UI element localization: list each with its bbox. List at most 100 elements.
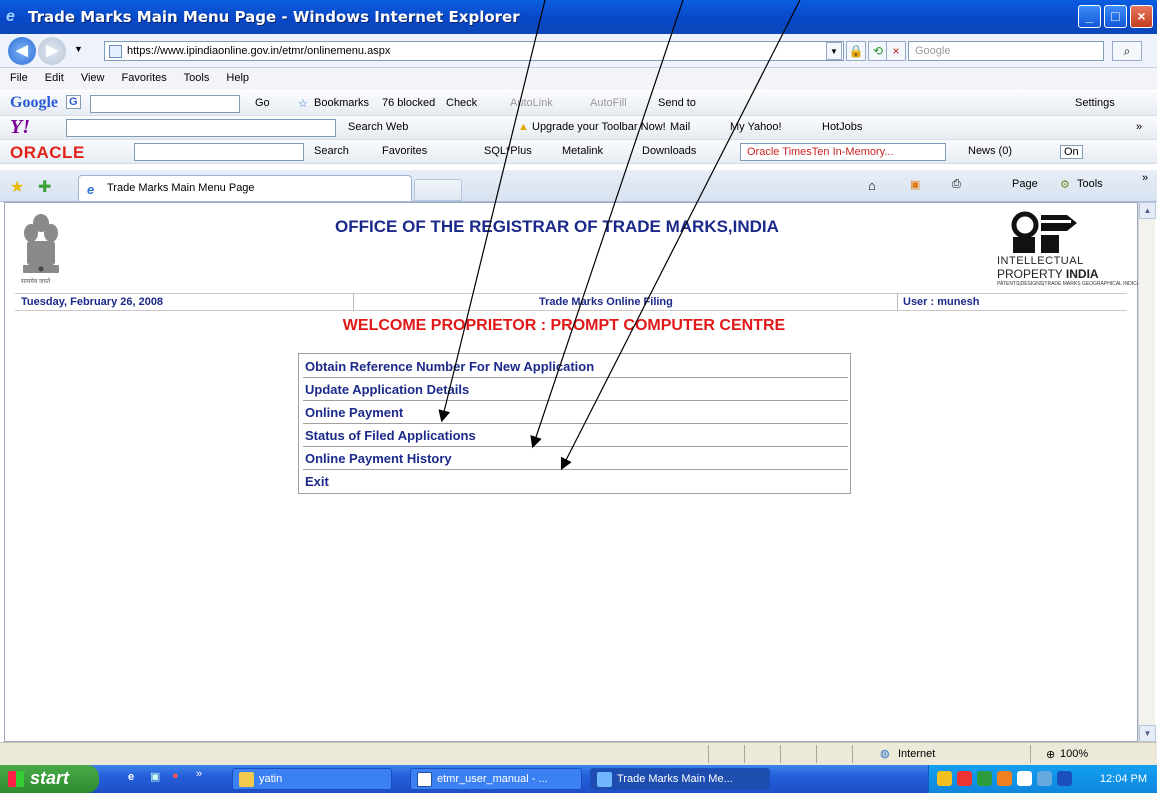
tray-icon[interactable]: [1037, 771, 1052, 786]
favorites-star-icon[interactable]: ★: [10, 177, 24, 197]
toolbar-overflow-icon[interactable]: »: [1136, 121, 1142, 133]
window-titlebar: e Trade Marks Main Menu Page - Windows I…: [0, 0, 1157, 34]
gear-icon: ⚙: [1060, 179, 1070, 191]
date-label: Tuesday, February 26, 2008: [21, 296, 164, 308]
zoom-icon: ⊕: [1046, 749, 1056, 761]
zone-label: Internet: [898, 748, 936, 760]
ie-quicklaunch-icon[interactable]: e: [128, 771, 134, 783]
refresh-icon[interactable]: ⟲: [868, 41, 888, 61]
menu-file[interactable]: File: [10, 72, 28, 84]
home-icon[interactable]: ⌂: [868, 178, 876, 193]
upgrade-toolbar-link[interactable]: Upgrade your Toolbar Now!: [532, 121, 666, 133]
start-button[interactable]: start: [0, 765, 99, 793]
google-go-button[interactable]: Go: [255, 97, 270, 109]
spellcheck-button[interactable]: Check: [446, 97, 477, 109]
yahoo-search-box[interactable]: [66, 119, 336, 137]
print-icon[interactable]: ⎙: [952, 178, 961, 191]
stop-icon[interactable]: ×: [886, 41, 906, 61]
scroll-down-icon[interactable]: ▼: [1139, 725, 1156, 742]
send-to-button[interactable]: Send to: [658, 97, 696, 109]
oracle-logo: ORACLE: [10, 143, 85, 162]
menu-edit[interactable]: Edit: [45, 72, 64, 84]
close-button[interactable]: ×: [1130, 5, 1153, 28]
on-toggle[interactable]: On: [1060, 145, 1083, 159]
tray-icon[interactable]: [1017, 771, 1032, 786]
my-yahoo-button[interactable]: My Yahoo!: [730, 121, 782, 133]
tools-menu[interactable]: Tools: [1077, 178, 1103, 190]
metalink-button[interactable]: Metalink: [562, 145, 603, 157]
google-search-box[interactable]: [90, 95, 240, 113]
status-bar: ◍ Internet ⊕ 100%: [0, 742, 1157, 765]
menu-tools[interactable]: Tools: [184, 72, 210, 84]
popups-blocked[interactable]: 76 blocked: [382, 97, 435, 109]
search-web-button[interactable]: Search Web: [348, 121, 408, 133]
sqlplus-button[interactable]: SQL*Plus: [484, 145, 532, 157]
quicklaunch-icon[interactable]: ▣: [150, 770, 160, 783]
oracle-favorites-button[interactable]: Favorites: [382, 145, 427, 157]
tab-trade-marks[interactable]: e Trade Marks Main Menu Page: [78, 175, 412, 201]
menu-online-payment[interactable]: Online Payment: [303, 402, 848, 424]
downloads-button[interactable]: Downloads: [642, 145, 696, 157]
back-button[interactable]: ◀: [8, 37, 36, 65]
user-label: User : munesh: [903, 296, 980, 308]
zoom-level[interactable]: 100%: [1060, 748, 1088, 760]
tray-icon[interactable]: [997, 771, 1012, 786]
autolink-button[interactable]: AutoLink: [510, 97, 553, 109]
menu-favorites[interactable]: Favorites: [122, 72, 167, 84]
news-button[interactable]: News (0): [968, 145, 1012, 157]
quicklaunch-icon[interactable]: ●: [172, 770, 179, 782]
vertical-scrollbar[interactable]: ▲ ▼: [1138, 202, 1156, 742]
menu-bar: File Edit View Favorites Tools Help: [0, 68, 1157, 90]
address-dropdown-icon[interactable]: ▼: [826, 42, 842, 60]
task-word-document[interactable]: etmr_user_manual - ...: [410, 768, 582, 790]
status-divider: [708, 745, 709, 763]
autofill-button[interactable]: AutoFill: [590, 97, 627, 109]
tray-icon[interactable]: [937, 771, 952, 786]
yahoo-logo: Y!: [10, 116, 30, 138]
bookmarks-button[interactable]: Bookmarks: [314, 97, 369, 109]
page-menu[interactable]: Page: [1012, 178, 1038, 190]
emblem-caption: सत्यमेव जयते: [21, 279, 51, 285]
google-g-button[interactable]: G: [66, 95, 81, 109]
menu-obtain-reference-number[interactable]: Obtain Reference Number For New Applicat…: [303, 356, 848, 378]
menu-exit[interactable]: Exit: [303, 471, 848, 493]
timesten-label: Oracle TimesTen In-Memory...: [747, 146, 894, 158]
menu-status-filed-applications[interactable]: Status of Filed Applications: [303, 425, 848, 447]
feeds-icon[interactable]: ▣: [910, 178, 920, 191]
quicklaunch-overflow-icon[interactable]: »: [196, 768, 202, 780]
recent-pages-chevron-icon[interactable]: ▼: [74, 44, 83, 54]
menu-help[interactable]: Help: [226, 72, 249, 84]
tray-icon[interactable]: [957, 771, 972, 786]
system-tray: 12:04 PM: [928, 765, 1157, 793]
logo-property: PROPERTY: [997, 267, 1066, 281]
ie-logo-icon: e: [6, 8, 15, 25]
tab-overflow-icon[interactable]: »: [1142, 172, 1148, 184]
hotjobs-button[interactable]: HotJobs: [822, 121, 862, 133]
lock-icon[interactable]: 🔒: [846, 41, 866, 61]
mail-button[interactable]: Mail: [670, 121, 690, 133]
oracle-search-box[interactable]: [134, 143, 304, 161]
minimize-button[interactable]: _: [1078, 5, 1101, 28]
status-divider: [816, 745, 817, 763]
menu-view[interactable]: View: [81, 72, 105, 84]
add-favorite-icon[interactable]: ✚: [38, 177, 51, 197]
search-go-icon[interactable]: ⌕: [1112, 41, 1142, 61]
menu-online-payment-history[interactable]: Online Payment History: [303, 448, 848, 470]
settings-button[interactable]: Settings: [1075, 97, 1115, 109]
forward-button[interactable]: ▶: [38, 37, 66, 65]
task-trade-marks-ie[interactable]: Trade Marks Main Me...: [590, 768, 770, 790]
address-input[interactable]: https://www.ipindiaonline.gov.in/etmr/on…: [104, 41, 844, 61]
timesten-box[interactable]: Oracle TimesTen In-Memory...: [740, 143, 946, 161]
office-title: OFFICE OF THE REGISTRAR OF TRADE MARKS,I…: [335, 217, 779, 236]
scroll-up-icon[interactable]: ▲: [1139, 202, 1156, 219]
maximize-button[interactable]: □: [1104, 5, 1127, 28]
menu-update-application-details[interactable]: Update Application Details: [303, 379, 848, 401]
tray-icon[interactable]: [1057, 771, 1072, 786]
task-yatin[interactable]: yatin: [232, 768, 392, 790]
google-toolbar: Google G Go ☆ Bookmarks 76 blocked Check…: [0, 92, 1157, 116]
new-tab-button[interactable]: [414, 179, 462, 201]
tray-icon[interactable]: [977, 771, 992, 786]
oracle-search-button[interactable]: Search: [314, 145, 349, 157]
search-input[interactable]: Google: [908, 41, 1104, 61]
status-divider: [1030, 745, 1031, 763]
